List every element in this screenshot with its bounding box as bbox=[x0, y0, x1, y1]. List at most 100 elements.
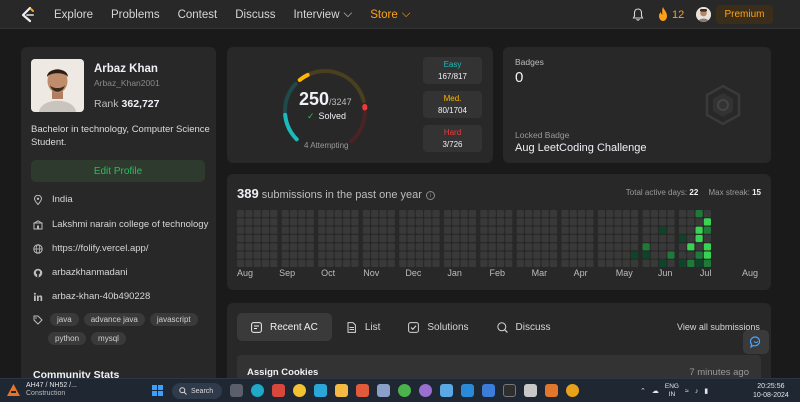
heatmap-cell[interactable] bbox=[407, 218, 415, 226]
heatmap-cell[interactable] bbox=[468, 234, 476, 243]
heatmap-cell[interactable] bbox=[505, 243, 513, 251]
heatmap-cell[interactable] bbox=[298, 210, 306, 218]
nav-discuss[interactable]: Discuss bbox=[235, 9, 275, 21]
chrome-icon[interactable] bbox=[293, 384, 306, 397]
heatmap-cell[interactable] bbox=[631, 218, 639, 226]
heatmap-cell[interactable] bbox=[424, 226, 432, 234]
tab-recent-ac[interactable]: Recent AC bbox=[237, 313, 332, 341]
heatmap-cell[interactable] bbox=[415, 218, 423, 226]
heatmap-cell[interactable] bbox=[415, 251, 423, 259]
heatmap-cell[interactable] bbox=[578, 259, 586, 267]
heatmap-cell[interactable] bbox=[281, 243, 289, 251]
heatmap-cell[interactable] bbox=[569, 210, 577, 218]
heatmap-cell[interactable] bbox=[387, 259, 395, 267]
heatmap-cell[interactable] bbox=[516, 251, 524, 259]
heatmap-cell[interactable] bbox=[399, 226, 407, 234]
heatmap-cell[interactable] bbox=[606, 243, 614, 251]
heatmap-cell[interactable] bbox=[261, 259, 270, 267]
heatmap-cell[interactable] bbox=[298, 218, 306, 226]
heatmap-cell[interactable] bbox=[379, 251, 387, 259]
heatmap-cell[interactable] bbox=[261, 218, 270, 226]
heatmap-cell[interactable] bbox=[424, 259, 432, 267]
heatmap-cell[interactable] bbox=[245, 259, 253, 267]
heatmap-cell[interactable] bbox=[695, 210, 703, 218]
app-icon[interactable] bbox=[377, 384, 390, 397]
heatmap-cell[interactable] bbox=[281, 251, 289, 259]
heatmap-cell[interactable] bbox=[452, 259, 460, 267]
heatmap-cell[interactable] bbox=[678, 210, 687, 218]
heatmap-cell[interactable] bbox=[496, 243, 505, 251]
heatmap-cell[interactable] bbox=[298, 226, 306, 234]
heatmap-cell[interactable] bbox=[480, 234, 488, 243]
heatmap-cell[interactable] bbox=[326, 210, 334, 218]
heatmap-cell[interactable] bbox=[270, 259, 278, 267]
heatmap-cell[interactable] bbox=[541, 218, 549, 226]
heatmap-cell[interactable] bbox=[468, 243, 476, 251]
heatmap-cell[interactable] bbox=[290, 218, 298, 226]
heatmap-cell[interactable] bbox=[549, 234, 558, 243]
heatmap-cell[interactable] bbox=[703, 259, 711, 267]
heatmap-cell[interactable] bbox=[334, 226, 342, 234]
cloud-icon[interactable]: ☁ bbox=[652, 387, 659, 395]
heatmap-cell[interactable] bbox=[351, 210, 359, 218]
heatmap-cell[interactable] bbox=[650, 226, 658, 234]
heatmap-cell[interactable] bbox=[387, 226, 395, 234]
heatmap-cell[interactable] bbox=[281, 234, 289, 243]
heatmap-cell[interactable] bbox=[452, 234, 460, 243]
heatmap-cell[interactable] bbox=[695, 243, 703, 251]
heatmap-cell[interactable] bbox=[586, 251, 594, 259]
heatmap-cell[interactable] bbox=[237, 259, 245, 267]
app-icon[interactable] bbox=[398, 384, 411, 397]
heatmap-cell[interactable] bbox=[306, 210, 314, 218]
heatmap-cell[interactable] bbox=[622, 218, 630, 226]
heatmap-cell[interactable] bbox=[541, 259, 549, 267]
skill-tag[interactable]: java bbox=[50, 313, 79, 326]
heatmap-cell[interactable] bbox=[399, 243, 407, 251]
heatmap-cell[interactable] bbox=[237, 251, 245, 259]
bell-icon[interactable] bbox=[632, 8, 644, 21]
heatmap-cell[interactable] bbox=[318, 251, 326, 259]
difficulty-medium[interactable]: Med. 80/1704 bbox=[423, 91, 482, 118]
heatmap-cell[interactable] bbox=[541, 251, 549, 259]
heatmap-cell[interactable] bbox=[578, 234, 586, 243]
heatmap-cell[interactable] bbox=[578, 218, 586, 226]
heatmap-cell[interactable] bbox=[667, 234, 675, 243]
heatmap-cell[interactable] bbox=[298, 243, 306, 251]
heatmap-cell[interactable] bbox=[452, 226, 460, 234]
heatmap-cell[interactable] bbox=[533, 226, 541, 234]
heatmap-cell[interactable] bbox=[561, 259, 569, 267]
app-icon[interactable] bbox=[440, 384, 453, 397]
tab-solutions[interactable]: Solutions bbox=[394, 313, 482, 341]
heatmap-cell[interactable] bbox=[667, 226, 675, 234]
heatmap-cell[interactable] bbox=[525, 259, 533, 267]
heatmap-cell[interactable] bbox=[505, 226, 513, 234]
heatmap-cell[interactable] bbox=[650, 251, 658, 259]
heatmap-cell[interactable] bbox=[399, 259, 407, 267]
heatmap-cell[interactable] bbox=[407, 259, 415, 267]
fire-icon[interactable] bbox=[658, 7, 668, 21]
heatmap-cell[interactable] bbox=[362, 234, 370, 243]
heatmap-cell[interactable] bbox=[362, 243, 370, 251]
heatmap-cell[interactable] bbox=[306, 226, 314, 234]
heatmap-cell[interactable] bbox=[659, 243, 667, 251]
heatmap-cell[interactable] bbox=[343, 259, 351, 267]
heatmap-cell[interactable] bbox=[678, 243, 687, 251]
heatmap-cell[interactable] bbox=[281, 226, 289, 234]
heatmap-cell[interactable] bbox=[488, 218, 496, 226]
heatmap-cell[interactable] bbox=[606, 251, 614, 259]
heatmap-cell[interactable] bbox=[496, 251, 505, 259]
heatmap-cell[interactable] bbox=[343, 243, 351, 251]
heatmap-cell[interactable] bbox=[480, 226, 488, 234]
heatmap-cell[interactable] bbox=[432, 243, 440, 251]
heatmap-cell[interactable] bbox=[614, 243, 622, 251]
speaker-icon[interactable]: ♪ bbox=[695, 388, 699, 395]
heatmap-cell[interactable] bbox=[326, 218, 334, 226]
heatmap-cell[interactable] bbox=[516, 218, 524, 226]
heatmap-cell[interactable] bbox=[569, 251, 577, 259]
heatmap-cell[interactable] bbox=[452, 218, 460, 226]
heatmap-cell[interactable] bbox=[432, 218, 440, 226]
heatmap-cell[interactable] bbox=[432, 226, 440, 234]
heatmap-cell[interactable] bbox=[533, 210, 541, 218]
heatmap-cell[interactable] bbox=[667, 259, 675, 267]
heatmap-cell[interactable] bbox=[578, 251, 586, 259]
